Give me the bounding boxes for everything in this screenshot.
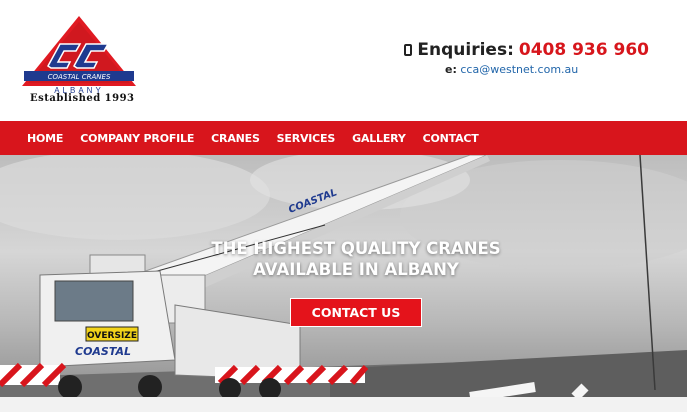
logo-banner-text: COASTAL CRANES: [48, 73, 111, 81]
main-navigation: HOME COMPANY PROFILE CRANES SERVICES GAL…: [0, 121, 687, 155]
email-link[interactable]: cca@westnet.com.au: [460, 63, 578, 76]
site-header: COASTAL CRANES ALBANY Established 1993 E…: [0, 0, 687, 121]
truck-side-text: COASTAL: [75, 345, 131, 358]
nav-gallery[interactable]: GALLERY: [352, 132, 406, 145]
enquiries-line: Enquiries: 0408 936 960: [404, 40, 649, 60]
hero-banner: COASTAL OVERSIZE COASTAL THE HIGHEST QUA…: [0, 155, 687, 397]
oversize-sign-text: OVERSIZE: [87, 331, 137, 341]
phone-number-link[interactable]: 0408 936 960: [519, 40, 649, 60]
nav-services[interactable]: SERVICES: [277, 132, 336, 145]
nav-cranes[interactable]: CRANES: [211, 132, 260, 145]
hero-headline-line1: THE HIGHEST QUALITY CRANES: [211, 239, 501, 258]
nav-company-profile[interactable]: COMPANY PROFILE: [80, 132, 194, 145]
nav-contact[interactable]: CONTACT: [423, 132, 479, 145]
established-tagline: Established 1993: [30, 93, 135, 104]
content-strip: [0, 397, 687, 412]
enquiries-label: Enquiries:: [417, 40, 514, 60]
hero-headline-line2: AVAILABLE IN ALBANY: [253, 260, 459, 279]
mobile-phone-icon: [404, 44, 413, 56]
email-label: e:: [445, 63, 457, 76]
hero-headline: THE HIGHEST QUALITY CRANES AVAILABLE IN …: [0, 238, 687, 280]
nav-home[interactable]: HOME: [27, 132, 63, 145]
email-line: e: cca@westnet.com.au: [445, 63, 578, 76]
contact-us-button[interactable]: CONTACT US: [290, 298, 422, 327]
